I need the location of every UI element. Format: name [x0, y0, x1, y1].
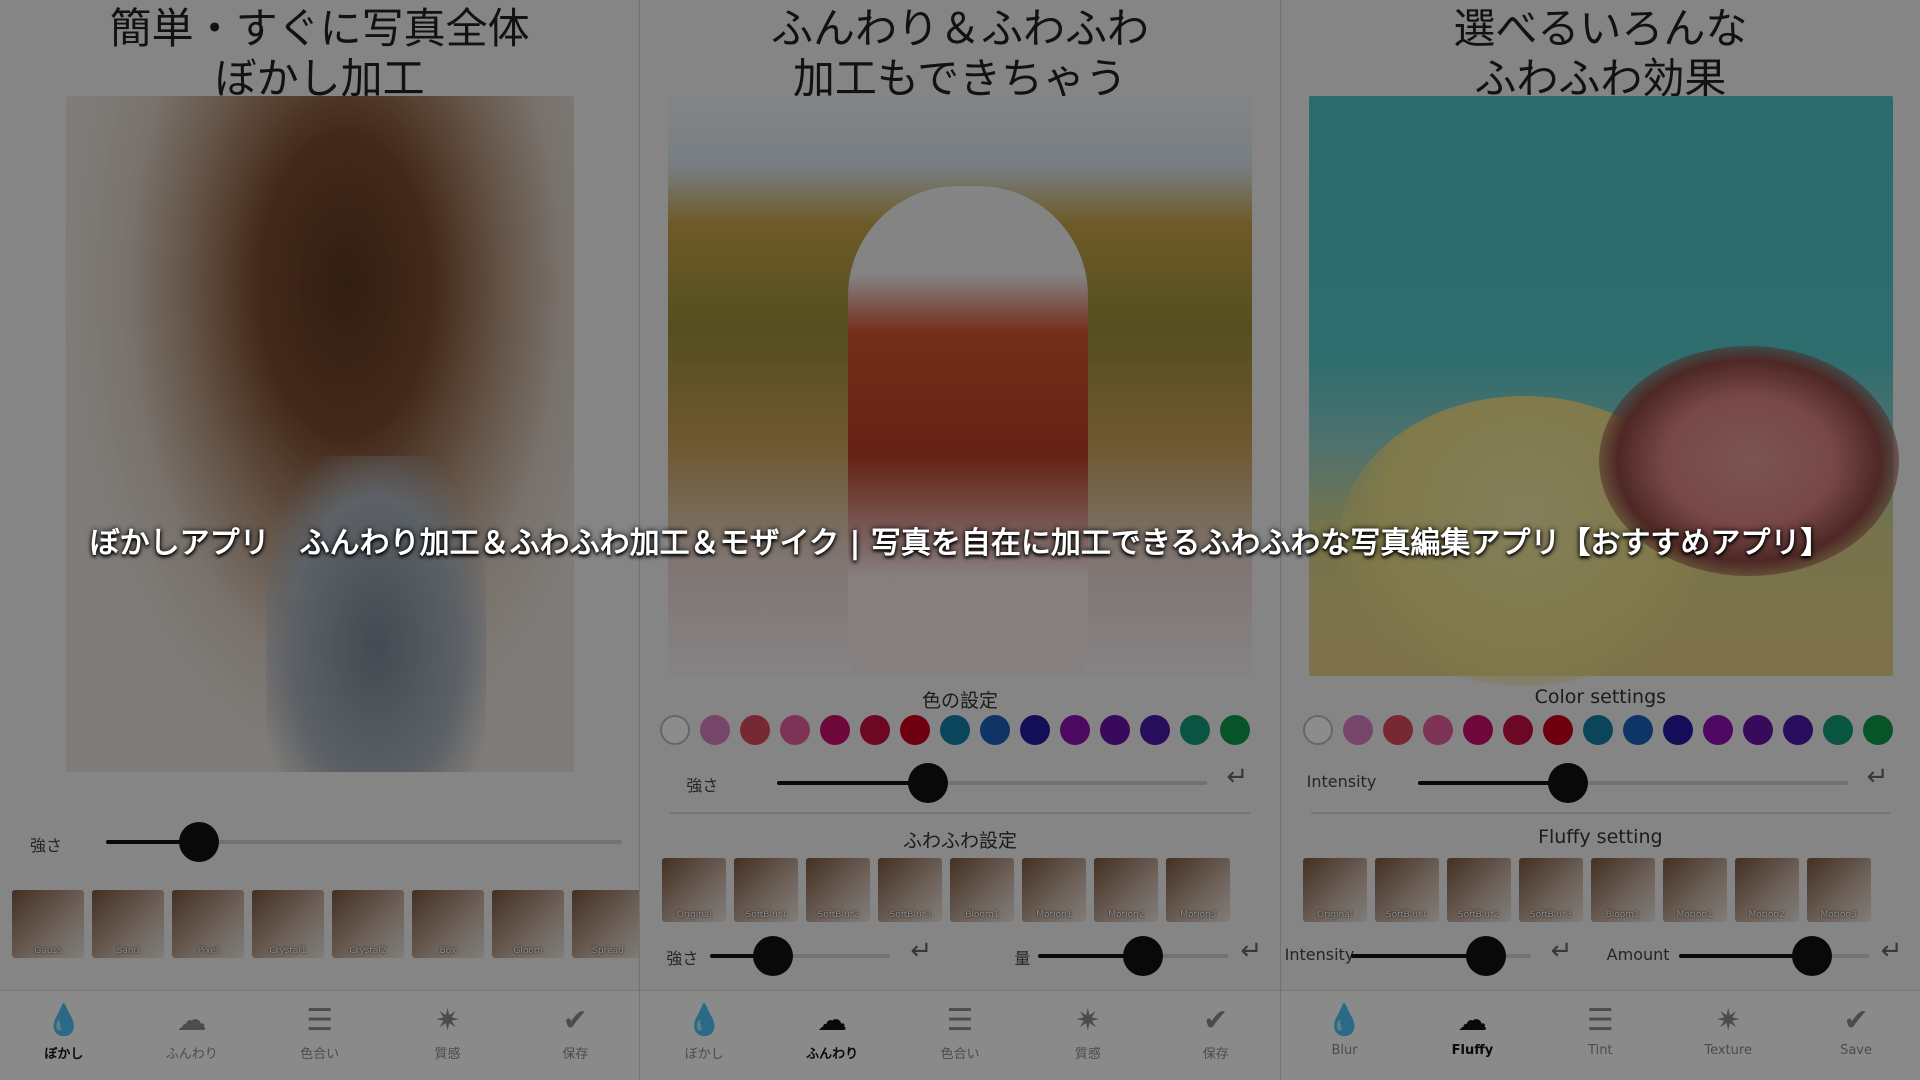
article-caption: ぼかしアプリ ふんわり加工＆ふわふわ加工＆モザイク | 写真を自在に加工できるふ…: [89, 526, 1831, 561]
